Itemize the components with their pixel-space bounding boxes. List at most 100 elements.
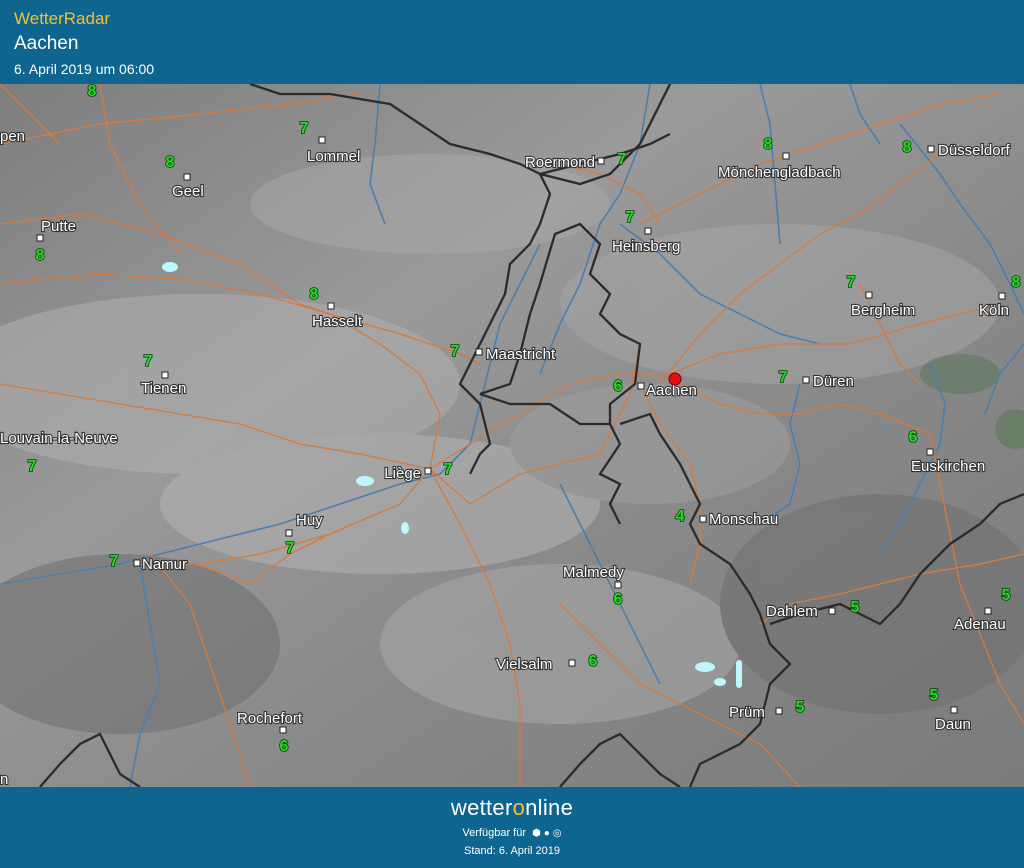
city-marker-icon <box>927 145 935 153</box>
temperature-value: 7 <box>28 458 37 475</box>
city-marker-icon <box>424 467 432 475</box>
app-frame: WetterRadar Aachen 6. April 2019 um 06:0… <box>0 0 1024 868</box>
city-marker-icon <box>568 659 576 667</box>
city-marker-icon <box>637 382 645 390</box>
temperature-value: 8 <box>903 139 912 156</box>
temperature-value: 7 <box>626 209 635 226</box>
city-name: Huy <box>296 512 323 529</box>
city-name: Roermond <box>525 154 595 171</box>
temperature-value: 5 <box>930 687 939 704</box>
edge-temperature-value: 8 <box>88 84 97 100</box>
city-name: Mönchengladbach <box>718 164 841 181</box>
temperature-value: 5 <box>1002 587 1011 604</box>
city-name: Heinsberg <box>612 238 680 255</box>
city-marker-icon <box>285 529 293 537</box>
temperature-value: 6 <box>614 378 623 395</box>
temperature-value: 7 <box>451 343 460 360</box>
availability-line: Verfügbar für ⬢ ● ◎ <box>0 827 1024 839</box>
edge-city-label: pen <box>0 128 25 145</box>
city-name: Putte <box>41 218 76 235</box>
temperature-value: 7 <box>779 369 788 386</box>
temperature-value: 5 <box>851 599 860 616</box>
city-name: Namur <box>142 556 187 573</box>
city-marker-icon <box>775 707 783 715</box>
city-name: Rochefort <box>237 710 303 727</box>
city-marker-icon <box>699 515 707 523</box>
city-name: Geel <box>172 183 204 200</box>
city-marker-icon <box>998 292 1006 300</box>
apple-icon[interactable]: ● <box>544 828 550 839</box>
android-icon[interactable]: ⬢ <box>532 828 541 839</box>
header: WetterRadar Aachen 6. April 2019 um 06:0… <box>0 0 1024 84</box>
city-marker-icon <box>802 376 810 384</box>
city-name: Dahlem <box>766 603 818 620</box>
map-canvas[interactable]: Lommel 7 Roermond 7 Mönchengladbach 8 Düsseldo… <box>0 84 1024 787</box>
brand-part-1: wetter <box>450 795 513 820</box>
city-name: Düren <box>813 373 854 390</box>
city-name: Aachen <box>646 382 697 399</box>
city-name: Tienen <box>141 380 186 397</box>
temperature-value: 6 <box>614 591 623 608</box>
city-marker-icon <box>161 371 169 379</box>
city-name: Köln <box>979 302 1009 319</box>
city-marker-icon <box>36 234 44 242</box>
temperature-value: 6 <box>280 738 289 755</box>
weather-radar-map[interactable]: Lommel 7 Roermond 7 Mönchengladbach 8 Düsseldo… <box>0 84 1024 787</box>
temperature-value: 8 <box>166 154 175 171</box>
temperature-value: 7 <box>444 461 453 478</box>
temperature-value: 7 <box>110 553 119 570</box>
city-marker-icon <box>926 448 934 456</box>
edge-city-label: n <box>0 771 8 787</box>
availability-text: Verfügbar für <box>462 827 526 839</box>
temperature-value: 8 <box>310 286 319 303</box>
city-marker-icon <box>614 581 622 589</box>
city-name: Daun <box>935 716 971 733</box>
city-name: Liège <box>384 465 421 482</box>
city-marker-icon <box>597 157 605 165</box>
forecast-timestamp: 6. April 2019 um 06:00 <box>14 61 155 77</box>
brand-o: o <box>512 795 526 820</box>
city-name: Prüm <box>729 704 765 721</box>
city-marker-icon <box>950 706 958 714</box>
city-name: Monschau <box>709 511 778 528</box>
city-marker-icon <box>865 291 873 299</box>
app-title: WetterRadar <box>14 9 111 28</box>
city-marker-icon <box>183 173 191 181</box>
city-name: Louvain-la-Neuve <box>0 430 118 447</box>
city-name: Euskirchen <box>911 458 985 475</box>
stand-date: Stand: 6. April 2019 <box>463 845 560 857</box>
footer: wetteronline Verfügbar für ⬢ ● ◎ Stand: 6.… <box>0 787 1024 868</box>
temperature-value: 6 <box>589 653 598 670</box>
city-marker-icon <box>327 302 335 310</box>
city-name: Malmedy <box>563 564 624 581</box>
temperature-value: 8 <box>36 247 45 264</box>
city-name: Hasselt <box>312 313 363 330</box>
city-marker-icon <box>279 726 287 734</box>
web-icon[interactable]: ◎ <box>553 828 562 839</box>
city-name: Vielsalm <box>496 656 552 673</box>
city-marker-icon <box>828 607 836 615</box>
city-marker-icon <box>644 227 652 235</box>
temperature-value: 6 <box>909 429 918 446</box>
city-name: Lommel <box>307 148 360 165</box>
temperature-value: 7 <box>300 120 309 137</box>
city-name: Adenau <box>954 616 1006 633</box>
city-marker-icon <box>782 152 790 160</box>
temperature-value: 7 <box>286 540 295 557</box>
city-name: Bergheim <box>851 302 915 319</box>
temperature-value: 8 <box>764 136 773 153</box>
city-name: Maastricht <box>486 346 556 363</box>
temperature-value: 7 <box>618 151 627 168</box>
city-marker-icon <box>318 136 326 144</box>
city-marker-icon <box>133 559 141 567</box>
temperature-value: 7 <box>144 353 153 370</box>
brand-logo[interactable]: wetteronline <box>0 795 1024 821</box>
city-name: Düsseldorf <box>938 142 1011 159</box>
marker-head-icon <box>668 372 682 386</box>
temperature-value: 7 <box>847 274 856 291</box>
city-marker-icon <box>984 607 992 615</box>
temperature-value: 5 <box>796 699 805 716</box>
temperature-value: 4 <box>676 508 685 525</box>
city-marker-icon <box>475 348 483 356</box>
location-title: Aachen <box>14 33 79 54</box>
